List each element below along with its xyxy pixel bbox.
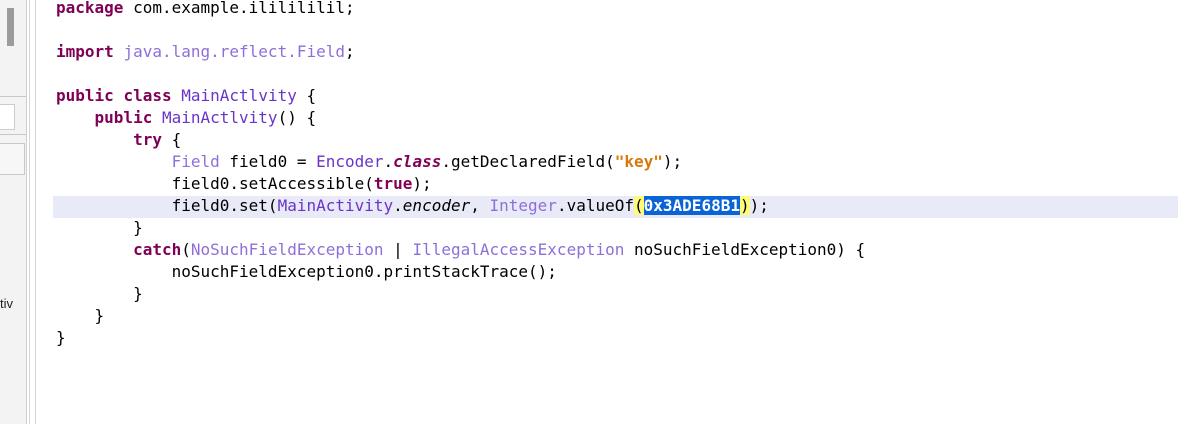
method-call[interactable]: .getDeclaredField( xyxy=(441,152,614,171)
type-integer[interactable]: Integer xyxy=(490,196,557,215)
gutter-line xyxy=(29,0,30,424)
method-call[interactable]: noSuchFieldException0.printStackTrace(); xyxy=(172,262,557,281)
class-mainactivity[interactable]: MainActivity xyxy=(278,196,394,215)
brace-close: } xyxy=(56,328,66,347)
code-line-try: try { xyxy=(53,130,1178,152)
code-text: ); xyxy=(662,152,683,171)
code-text: field0 = xyxy=(219,152,317,171)
keyword-try: try xyxy=(133,130,162,149)
keyword-catch: catch xyxy=(133,240,182,259)
gutter-line xyxy=(35,0,36,424)
constructor-parens: () { xyxy=(277,108,317,127)
brace-open: { xyxy=(161,130,182,149)
string-literal: "key" xyxy=(614,152,663,171)
matching-bracket-close: ) xyxy=(739,196,750,215)
matching-bracket-open: ( xyxy=(634,196,644,215)
code-line-close-catch: } xyxy=(53,284,1178,306)
code-editor[interactable]: package com.example.ililililil; import j… xyxy=(53,0,1178,424)
code-line-constructor: public MainActlvity() { xyxy=(53,108,1178,130)
code-line-package: package com.example.ililililil; xyxy=(53,0,1178,20)
type-field[interactable]: Field xyxy=(172,152,220,171)
code-line-set-accessible: field0.setAccessible(true); xyxy=(53,174,1178,196)
left-panel: tiv xyxy=(0,0,27,424)
method-call[interactable]: .valueOf xyxy=(557,196,634,215)
code-line-catch: catch(NoSuchFieldException | IllegalAcce… xyxy=(53,240,1178,262)
type-illegalaccessexception[interactable]: IllegalAccessException xyxy=(412,240,624,259)
keyword-class: class xyxy=(393,152,442,171)
dot: . xyxy=(383,152,394,171)
keyword-package: package xyxy=(56,0,124,17)
scrollbar-thumb[interactable] xyxy=(7,8,14,46)
import-path[interactable]: java.lang.reflect.Field xyxy=(123,42,345,61)
code-text: ); xyxy=(749,196,769,215)
class-name[interactable]: MainActlvity xyxy=(181,86,297,105)
constructor-name[interactable]: MainActlvity xyxy=(162,108,278,127)
package-name: com.example.ililililil; xyxy=(123,0,355,17)
method-call[interactable]: field0.set( xyxy=(172,196,278,215)
editor-gutter xyxy=(27,0,53,424)
code-line-get-field: Field field0 = Encoder.class.getDeclared… xyxy=(53,152,1178,174)
multi-catch-separator: | xyxy=(383,240,413,259)
code-text: noSuchFieldException0) { xyxy=(624,240,866,259)
code-line-print-stack: noSuchFieldException0.printStackTrace(); xyxy=(53,262,1178,284)
code-line-close-class: } xyxy=(53,328,1178,350)
method-call[interactable]: field0.setAccessible( xyxy=(172,174,374,193)
code-text: ); xyxy=(412,174,432,193)
brace-close: } xyxy=(94,306,105,325)
selected-hex-literal[interactable]: 0x3ADE68B1 xyxy=(643,196,740,215)
panel-divider xyxy=(0,134,26,135)
brace-close: } xyxy=(133,218,143,237)
brace-close: } xyxy=(133,284,143,303)
keyword-true: true xyxy=(373,174,413,193)
code-line-close-try: } xyxy=(53,218,1178,240)
code-text: , xyxy=(470,196,490,215)
panel-clipped-label[interactable]: tiv xyxy=(0,296,13,311)
keyword-import: import xyxy=(56,42,114,61)
panel-divider xyxy=(0,96,26,97)
semicolon: ; xyxy=(345,42,355,61)
brace-open: { xyxy=(296,86,317,105)
keyword-public: public xyxy=(56,86,114,105)
code-line-import: import java.lang.reflect.Field; xyxy=(53,42,1178,64)
keyword-public: public xyxy=(94,108,153,127)
decompiler-window: tiv package com.example.ililililil; impo… xyxy=(0,0,1178,424)
keyword-class: class xyxy=(123,86,172,105)
dot: . xyxy=(393,196,403,215)
paren-open: ( xyxy=(181,240,191,259)
panel-tab[interactable] xyxy=(0,143,25,175)
type-nosuchfieldexception[interactable]: NoSuchFieldException xyxy=(191,240,384,259)
panel-input-box[interactable] xyxy=(0,104,15,130)
code-line-class-decl: public class MainActlvity { xyxy=(53,86,1178,108)
code-line-field-set: field0.set(MainActivity.encoder, Integer… xyxy=(53,196,1178,218)
field-encoder[interactable]: encoder xyxy=(403,196,470,215)
code-line-close-constructor: } xyxy=(53,306,1178,328)
class-encoder[interactable]: Encoder xyxy=(316,152,383,171)
